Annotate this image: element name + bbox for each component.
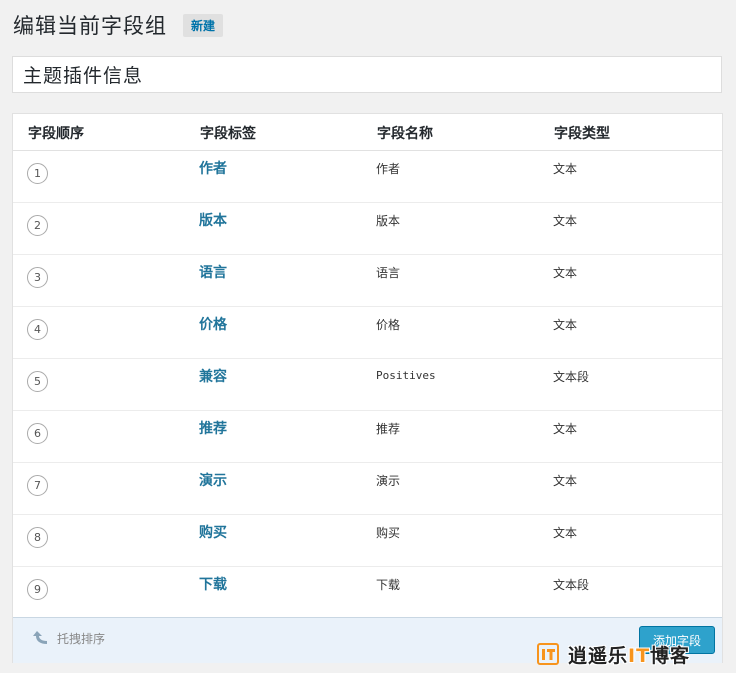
watermark-text: 逍遥乐IT博客 (568, 641, 690, 668)
field-label-link[interactable]: 下载 (199, 574, 227, 594)
field-name: 推荐 (376, 422, 401, 436)
field-type: 文本段 (553, 578, 590, 592)
it-logo-icon (537, 643, 559, 665)
fields-panel: 字段顺序 字段标签 字段名称 字段类型 1 作者 作者 文本 2 版本 版本 文… (12, 113, 723, 663)
field-rows: 1 作者 作者 文本 2 版本 版本 文本 3 语言 语言 文本 4 价格 价格 (13, 151, 722, 619)
field-type: 文本 (553, 474, 578, 488)
watermark-text-before: 逍遥乐 (568, 644, 629, 667)
field-type: 文本 (553, 266, 578, 280)
table-row[interactable]: 7 演示 演示 文本 (13, 463, 722, 515)
field-name: 版本 (376, 214, 401, 228)
field-label-link[interactable]: 价格 (199, 314, 227, 334)
group-title-input[interactable] (12, 56, 722, 93)
order-badge[interactable]: 8 (27, 527, 48, 548)
order-badge[interactable]: 6 (27, 423, 48, 444)
new-button[interactable]: 新建 (183, 13, 224, 37)
table-row[interactable]: 5 兼容 Positives 文本段 (13, 359, 722, 411)
field-type: 文本 (553, 162, 578, 176)
sort-hint: 托拽排序 (31, 627, 105, 649)
column-header-type: 字段类型 (554, 126, 610, 142)
watermark-text-after: 博客 (650, 644, 691, 667)
watermark: 逍遥乐IT博客 (537, 640, 690, 668)
watermark-text-accent: IT (628, 644, 651, 667)
table-header: 字段顺序 字段标签 字段名称 字段类型 (13, 114, 722, 151)
table-row[interactable]: 2 版本 版本 文本 (13, 203, 722, 255)
field-name: 演示 (376, 474, 401, 488)
field-name: 作者 (376, 162, 401, 176)
table-row[interactable]: 9 下载 下载 文本段 (13, 567, 722, 619)
table-row[interactable]: 4 价格 价格 文本 (13, 307, 722, 359)
column-header-order: 字段顺序 (28, 126, 84, 142)
field-type: 文本段 (553, 370, 590, 384)
page: 编辑当前字段组 新建 字段顺序 字段标签 字段名称 字段类型 1 作者 作者 文… (0, 0, 736, 673)
field-label-link[interactable]: 演示 (199, 470, 227, 490)
page-title: 编辑当前字段组 (13, 14, 167, 38)
order-badge[interactable]: 2 (27, 215, 48, 236)
field-label-link[interactable]: 版本 (199, 210, 227, 230)
sort-hint-text: 托拽排序 (57, 631, 106, 646)
column-header-label: 字段标签 (200, 126, 256, 142)
table-row[interactable]: 8 购买 购买 文本 (13, 515, 722, 567)
header: 编辑当前字段组 新建 (13, 10, 224, 40)
field-label-link[interactable]: 购买 (199, 522, 227, 542)
field-name: 下载 (376, 578, 401, 592)
table-row[interactable]: 6 推荐 推荐 文本 (13, 411, 722, 463)
table-row[interactable]: 3 语言 语言 文本 (13, 255, 722, 307)
order-badge[interactable]: 3 (27, 267, 48, 288)
column-header-name: 字段名称 (377, 126, 433, 142)
order-badge[interactable]: 1 (27, 163, 48, 184)
field-label-link[interactable]: 作者 (199, 158, 227, 178)
table-row[interactable]: 1 作者 作者 文本 (13, 151, 722, 203)
field-label-link[interactable]: 语言 (199, 262, 227, 282)
order-badge[interactable]: 9 (27, 579, 48, 600)
field-label-link[interactable]: 兼容 (199, 366, 227, 386)
field-name: 购买 (376, 526, 401, 540)
order-badge[interactable]: 7 (27, 475, 48, 496)
field-name: 价格 (376, 318, 401, 332)
field-name: Positives (376, 369, 436, 382)
field-type: 文本 (553, 422, 578, 436)
field-type: 文本 (553, 526, 578, 540)
field-type: 文本 (553, 318, 578, 332)
order-badge[interactable]: 4 (27, 319, 48, 340)
field-label-link[interactable]: 推荐 (199, 418, 227, 438)
curved-arrow-up-icon (33, 631, 47, 644)
order-badge[interactable]: 5 (27, 371, 48, 392)
field-type: 文本 (553, 214, 578, 228)
field-name: 语言 (376, 266, 401, 280)
